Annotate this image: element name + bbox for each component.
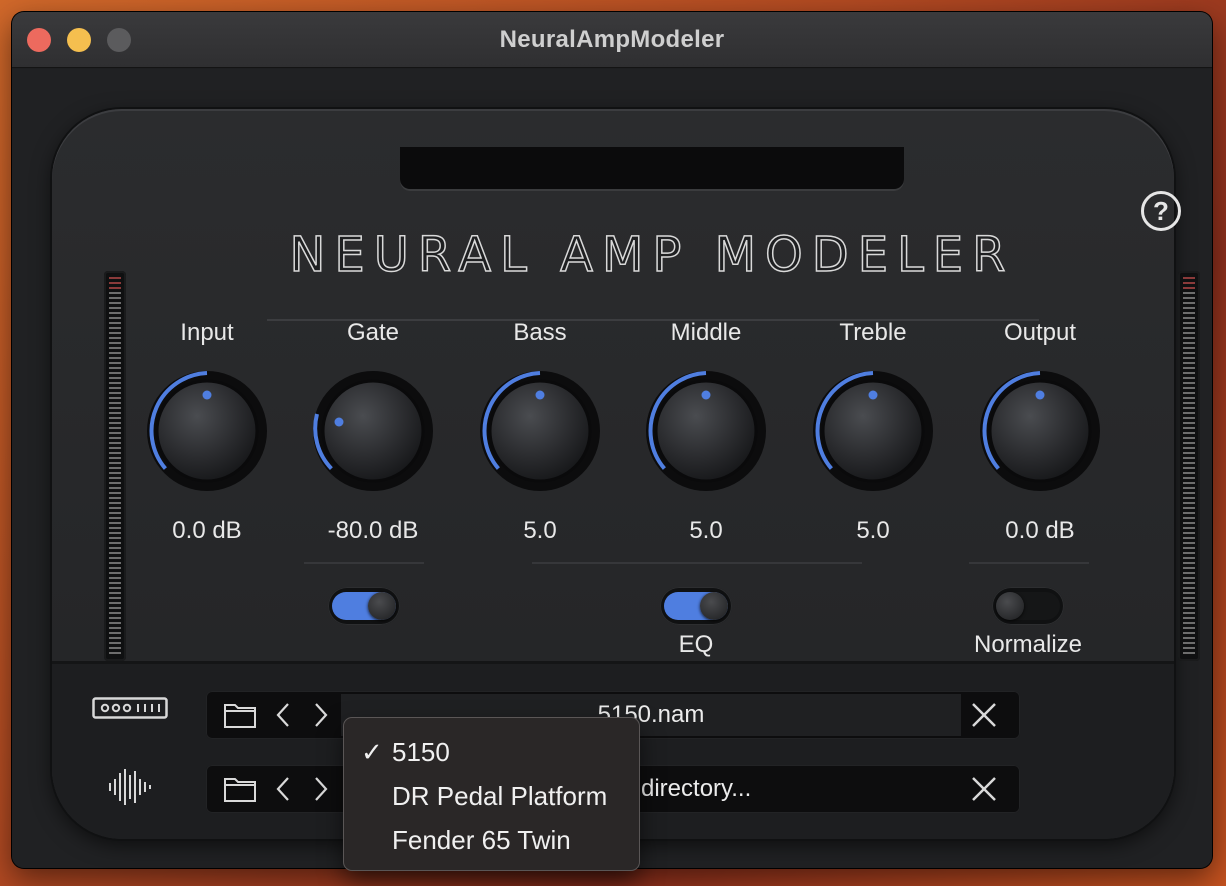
output-knob[interactable] (978, 369, 1102, 493)
input-value: 0.0 dB (172, 517, 242, 544)
ir-next-icon[interactable] (306, 771, 336, 807)
normalize-divider (969, 562, 1089, 564)
amp-model-icon (92, 697, 168, 724)
treble-knob-label: Treble (839, 319, 907, 346)
dropdown-item-label: 5150 (392, 737, 450, 767)
gate-knob-label: Gate (346, 319, 400, 346)
dropdown-item-5150[interactable]: ✓ 5150 (344, 730, 639, 774)
eq-divider (532, 562, 862, 564)
window-title: NeuralAmpModeler (499, 26, 725, 53)
checkmark-icon: ✓ (361, 737, 383, 767)
treble-value: 5.0 (856, 517, 890, 544)
middle-knob[interactable] (644, 369, 768, 493)
input-knob-label: Input (180, 319, 234, 346)
top-display-slot (400, 147, 904, 191)
gate-divider (304, 562, 424, 564)
normalize-label: Normalize (973, 631, 1083, 658)
gate-value: -80.0 dB (327, 517, 419, 544)
gate-knob[interactable] (311, 369, 435, 493)
normalize-toggle-thumb (996, 592, 1024, 620)
output-level-meter (1178, 271, 1200, 661)
bass-knob[interactable] (478, 369, 602, 493)
model-clear-icon[interactable] (964, 695, 1004, 735)
dropdown-item-label: Fender 65 Twin (392, 825, 571, 855)
dropdown-item-dr-pedal-platform[interactable]: DR Pedal Platform (344, 774, 639, 818)
eq-toggle-thumb (700, 592, 728, 620)
middle-knob-label: Middle (670, 319, 742, 346)
title-bar: NeuralAmpModeler (12, 12, 1212, 68)
dropdown-item-fender-65-twin[interactable]: Fender 65 Twin (344, 818, 639, 862)
normalize-toggle[interactable] (992, 587, 1064, 625)
model-folder-icon[interactable] (222, 697, 258, 733)
ir-file-text: directory... (641, 775, 752, 802)
ir-clear-icon[interactable] (964, 769, 1004, 809)
gate-toggle[interactable] (328, 587, 400, 625)
eq-toggle[interactable] (660, 587, 732, 625)
input-knob[interactable] (145, 369, 269, 493)
ir-folder-icon[interactable] (222, 771, 258, 807)
output-knob-label: Output (1003, 319, 1077, 346)
treble-knob[interactable] (811, 369, 935, 493)
output-value: 0.0 dB (1005, 517, 1075, 544)
model-next-icon[interactable] (306, 697, 336, 733)
eq-label: EQ (678, 631, 714, 658)
input-level-meter (104, 271, 126, 661)
help-icon[interactable]: ? (1141, 191, 1181, 231)
bass-value: 5.0 (523, 517, 557, 544)
bass-knob-label: Bass (513, 319, 567, 346)
ir-previous-icon[interactable] (268, 771, 298, 807)
dropdown-item-label: DR Pedal Platform (392, 781, 608, 811)
waveform-icon (108, 767, 152, 812)
middle-value: 5.0 (689, 517, 723, 544)
model-previous-icon[interactable] (268, 697, 298, 733)
brand-title: NEURAL AMP MODELER (289, 226, 1015, 284)
gate-toggle-thumb (368, 592, 396, 620)
model-dropdown-menu: ✓ 5150 DR Pedal Platform Fender 65 Twin (344, 718, 639, 870)
